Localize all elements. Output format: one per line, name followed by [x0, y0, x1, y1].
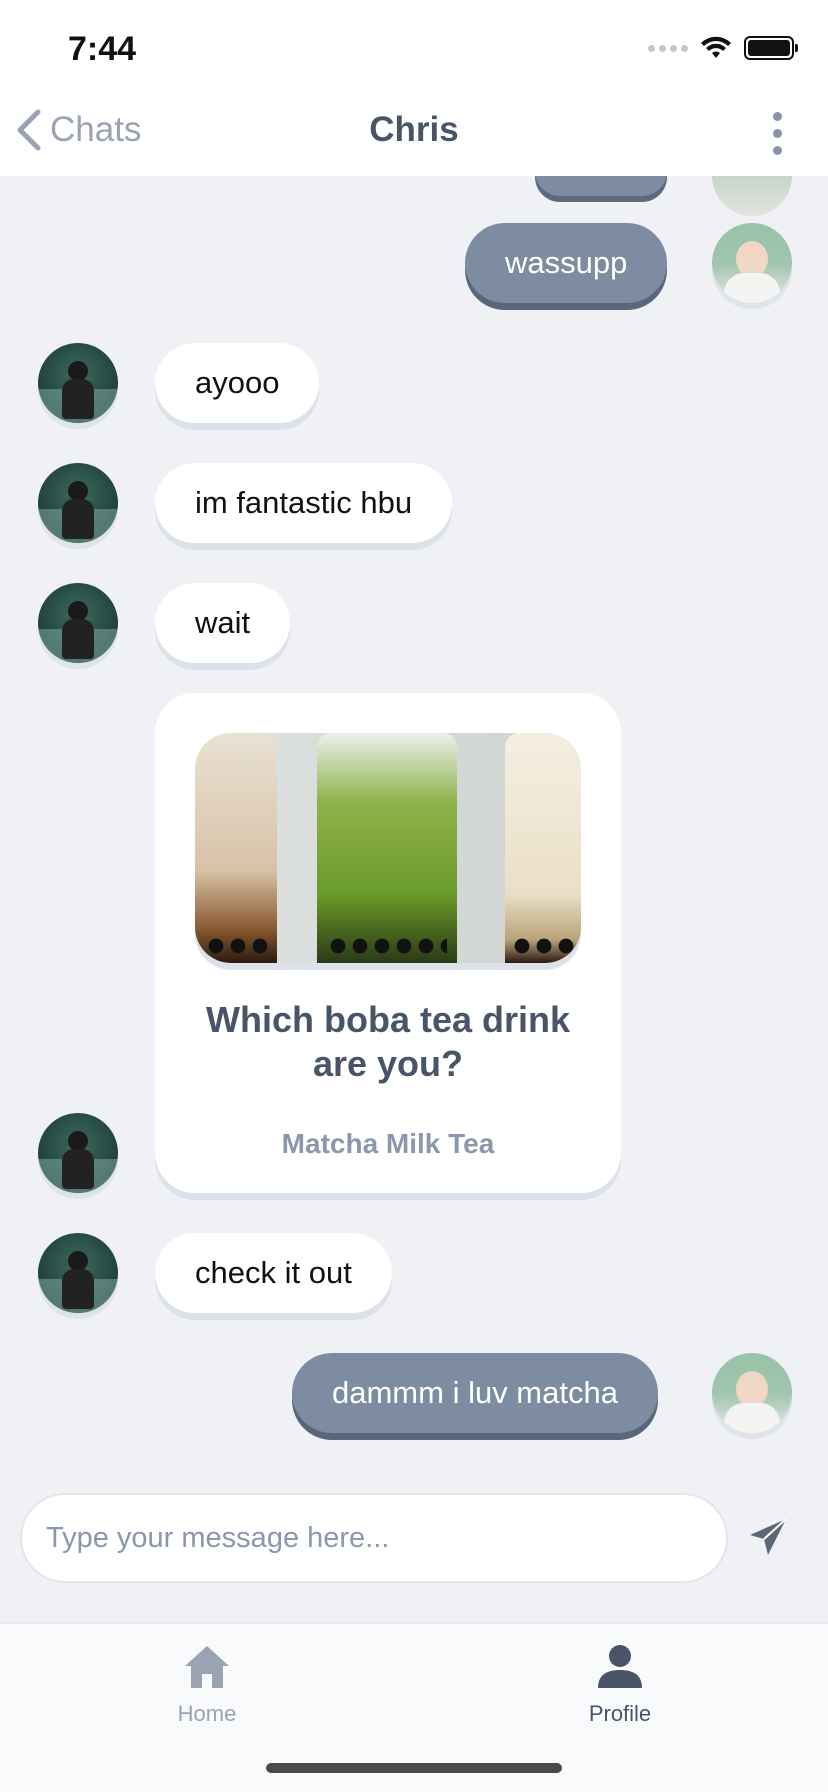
- chat-title: Chris: [369, 110, 459, 149]
- battery-icon: [744, 36, 798, 60]
- status-icons: [648, 36, 798, 60]
- avatar-chris[interactable]: [38, 583, 118, 663]
- person-icon: [598, 1645, 642, 1688]
- message-bubble-incoming[interactable]: check it out: [155, 1233, 392, 1313]
- message-list[interactable]: wassupp ayooo im fantastic hbu wait Whic…: [0, 176, 828, 1486]
- status-time: 7:44: [68, 30, 137, 68]
- avatar-chris[interactable]: [38, 1233, 118, 1313]
- home-indicator: [266, 1763, 562, 1773]
- avatar: [712, 176, 792, 216]
- message-bubble-outgoing[interactable]: dammm i luv matcha: [292, 1353, 658, 1433]
- send-button[interactable]: [746, 1515, 790, 1559]
- avatar-chris[interactable]: [38, 463, 118, 543]
- avatar-chris[interactable]: [38, 1113, 118, 1193]
- tab-profile[interactable]: Profile: [540, 1644, 700, 1727]
- boba-tea-image: [195, 733, 581, 963]
- top-bar: 7:44 Chats Chris: [0, 0, 828, 176]
- message-composer: [20, 1493, 728, 1583]
- card-subtitle: Matcha Milk Tea: [281, 1128, 495, 1159]
- message-bubble-incoming[interactable]: wait: [155, 583, 291, 663]
- avatar-me[interactable]: [712, 223, 792, 303]
- tab-home-label: Home: [177, 1701, 237, 1726]
- message-bubble-incoming[interactable]: im fantastic hbu: [155, 463, 453, 543]
- tab-profile-label: Profile: [588, 1701, 652, 1726]
- home-icon: [185, 1646, 229, 1688]
- send-icon: [750, 1518, 787, 1555]
- message-bubble-partial: [535, 176, 667, 196]
- avatar-chris[interactable]: [38, 343, 118, 423]
- card-title: Which boba tea drink are you?: [205, 999, 571, 1084]
- quiz-result-card[interactable]: Which boba tea drink are you? Matcha Mil…: [155, 693, 621, 1193]
- avatar-me[interactable]: [712, 1353, 792, 1433]
- tab-home[interactable]: Home: [127, 1644, 287, 1727]
- wifi-icon: [701, 36, 731, 58]
- message-input[interactable]: [22, 1495, 726, 1581]
- message-bubble-incoming[interactable]: ayooo: [155, 343, 320, 423]
- signal-icon: [648, 44, 688, 52]
- more-options-button[interactable]: [773, 112, 782, 155]
- message-bubble-outgoing[interactable]: wassupp: [465, 223, 668, 303]
- more-icon: [773, 112, 782, 121]
